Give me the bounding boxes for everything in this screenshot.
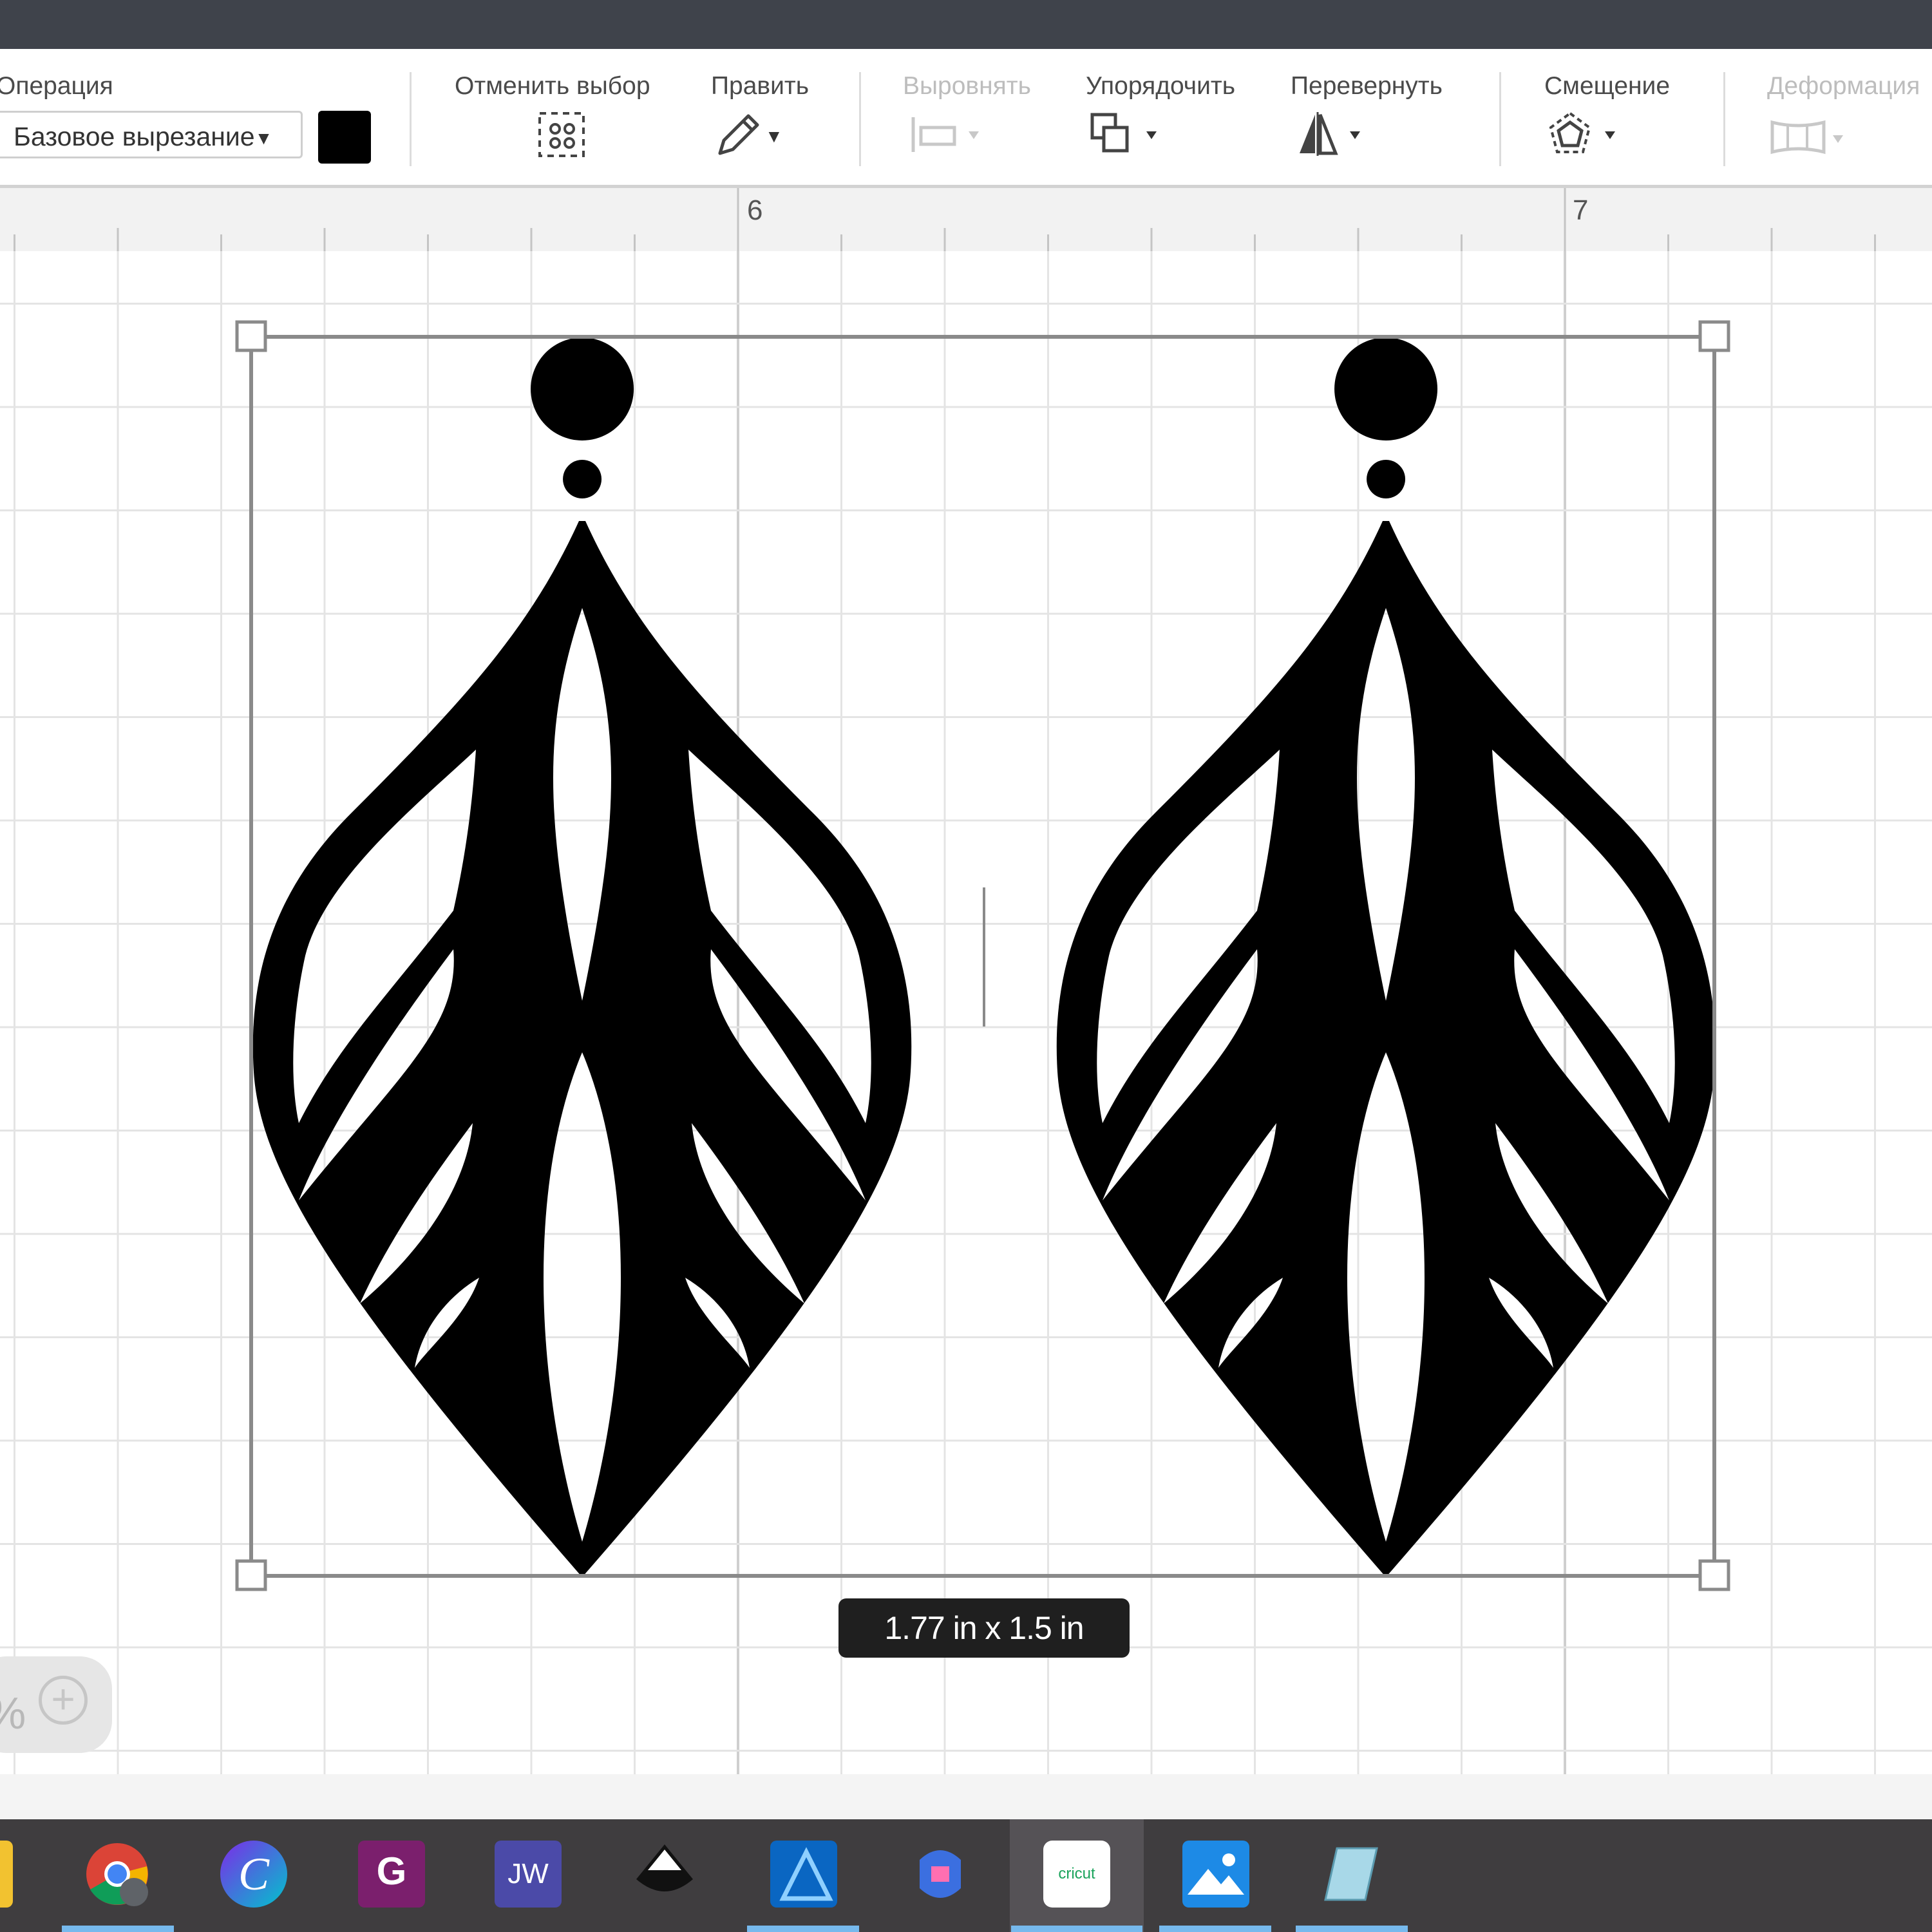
size-tooltip: 1.77 in x 1.5 in: [838, 1598, 1130, 1658]
operation-value: Базовое вырезание: [14, 122, 255, 151]
edit-dropdown-icon: ▼: [765, 126, 783, 146]
pdf-glyph: G: [376, 1850, 407, 1893]
toolbar-divider: [1723, 72, 1725, 166]
toolbar-divider: [410, 72, 412, 166]
offset-label: Смещение: [1544, 72, 1671, 100]
notes-indicator: [1296, 1926, 1408, 1932]
chrome-logo: [86, 1843, 148, 1906]
file-explorer-icon[interactable]: [0, 1841, 13, 1908]
resize-handle-top-left[interactable]: [235, 320, 267, 352]
align-icon: [911, 117, 979, 152]
notes-app-icon[interactable]: [1318, 1841, 1385, 1908]
status-strip: [0, 1774, 1932, 1819]
zoom-in-button[interactable]: +: [39, 1676, 88, 1725]
ruler-label-6: 6: [747, 194, 763, 226]
inkscape-logo: [636, 1844, 693, 1891]
selection-group[interactable]: [0, 251, 1932, 1774]
pdf-app-icon[interactable]: G: [358, 1841, 425, 1908]
photos-logo: [1188, 1853, 1244, 1895]
photos-indicator: [1159, 1926, 1271, 1932]
toolbar-divider: [859, 72, 861, 166]
ruler-label-7: 7: [1573, 194, 1589, 226]
jw-app-icon[interactable]: JW: [495, 1841, 562, 1908]
canva-glyph: C: [238, 1848, 270, 1900]
notes-logo: [1324, 1847, 1378, 1901]
operation-color-swatch[interactable]: [318, 111, 371, 164]
edit-label: Править: [711, 72, 810, 100]
title-bar: [0, 0, 1932, 49]
arrange-icon: [1090, 113, 1157, 153]
cricut-label: cricut: [1058, 1865, 1095, 1882]
toolbar-divider: [1499, 72, 1501, 166]
arrange-button[interactable]: [1088, 109, 1172, 155]
flip-button[interactable]: [1296, 109, 1379, 156]
arrange-label: Упорядочить: [1086, 72, 1236, 100]
cricut-indicator: [1011, 1926, 1142, 1932]
left-earring[interactable]: [252, 337, 912, 1577]
canva-icon[interactable]: C: [220, 1841, 287, 1908]
cricut-icon[interactable]: cricut: [1043, 1841, 1110, 1908]
flip-icon: [1300, 112, 1360, 156]
jw-glyph: JW: [507, 1858, 549, 1889]
chrome-indicator: [62, 1926, 174, 1932]
ruler-ticks: [14, 188, 1876, 251]
edit-button[interactable]: ▼: [715, 109, 792, 155]
deselect-icon: [538, 112, 585, 157]
warp-label: Деформация: [1767, 72, 1920, 100]
affinity-designer-icon[interactable]: [770, 1841, 837, 1908]
dropdown-arrow-icon: ▼: [254, 128, 273, 149]
operation-select[interactable]: Базовое вырезание▼: [0, 111, 303, 158]
edit-toolbar: Операция Базовое вырезание▼ Отменить выб…: [0, 49, 1932, 188]
photos-icon[interactable]: [1182, 1841, 1249, 1908]
chrome-icon[interactable]: [84, 1841, 151, 1908]
resize-handle-top-right[interactable]: [1698, 320, 1730, 352]
deselect-label: Отменить выбор: [455, 72, 650, 100]
zoom-percent: %: [0, 1687, 26, 1739]
copilot-logo: [920, 1850, 961, 1898]
warp-button[interactable]: [1768, 109, 1852, 155]
resize-handle-bottom-right[interactable]: [1698, 1559, 1730, 1591]
warp-icon: [1770, 120, 1843, 155]
align-label: Выровнять: [903, 72, 1031, 100]
pencil-icon: [718, 114, 759, 155]
inkscape-icon[interactable]: [631, 1841, 698, 1908]
deselect-button[interactable]: [537, 109, 589, 157]
horizontal-ruler: [0, 188, 1932, 252]
operation-label: Операция: [0, 72, 113, 100]
affinity-logo: [779, 1847, 833, 1901]
right-earring[interactable]: [1056, 337, 1716, 1577]
offset-icon: [1549, 111, 1615, 153]
resize-handle-bottom-left[interactable]: [235, 1559, 267, 1591]
copilot-icon[interactable]: [907, 1841, 974, 1908]
offset-button[interactable]: [1547, 109, 1631, 155]
flip-label: Перевернуть: [1291, 72, 1443, 100]
affinity-indicator: [747, 1926, 859, 1932]
align-button[interactable]: [909, 109, 993, 155]
design-canvas[interactable]: [0, 251, 1932, 1774]
